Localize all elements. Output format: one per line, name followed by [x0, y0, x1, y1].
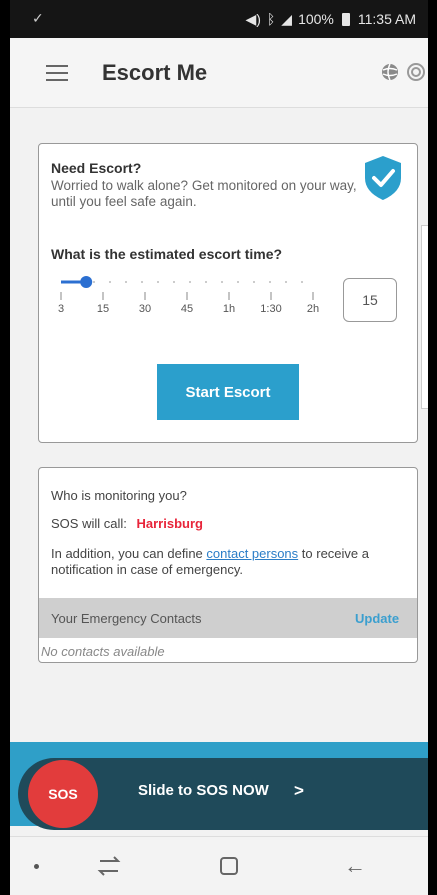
sos-slider-knob[interactable]: SOS	[28, 760, 98, 828]
escort-title: Need Escort?	[51, 160, 142, 176]
escort-time-slider[interactable]: 3 15 30 45 1h 1:30 2h	[51, 270, 321, 318]
bluetooth-icon: ᛒ	[266, 11, 276, 27]
battery-percent: 100%	[298, 11, 334, 27]
monitoring-title: Who is monitoring you?	[51, 488, 187, 503]
notification-icon: ✓	[32, 10, 44, 26]
addition-text: In addition, you can define contact pers…	[51, 546, 415, 578]
fingerprint-icon[interactable]	[406, 62, 426, 82]
nav-dot-icon[interactable]	[34, 864, 39, 869]
slider-tick-label: 30	[139, 303, 151, 315]
main-content: Need Escort? Worried to walk alone? Get …	[10, 109, 428, 742]
escort-time-label: What is the estimated escort time?	[51, 246, 283, 262]
phone-screen: ✓ ◀) ᛒ ◢ 100% 11:35 AM Escort Me Need Es…	[10, 0, 428, 895]
escort-time-value[interactable]: 15	[343, 278, 397, 322]
home-icon[interactable]	[220, 857, 238, 875]
slider-tick-label: 2h	[307, 303, 319, 315]
update-contacts-button[interactable]: Update	[355, 611, 399, 626]
slider-tick-label: 15	[97, 303, 109, 315]
slide-to-sos-label: Slide to SOS NOW	[138, 782, 269, 799]
emergency-contacts-label: Your Emergency Contacts	[51, 611, 202, 626]
slider-tick-label: 45	[181, 303, 193, 315]
escort-description: Worried to walk alone? Get monitored on …	[51, 178, 357, 209]
system-nav-bar: ←	[10, 836, 428, 895]
slider-tick-label: 1h	[223, 303, 235, 315]
status-icons: ◀) ᛒ ◢ 100% 11:35 AM	[245, 11, 416, 28]
app-bar: Escort Me	[10, 38, 428, 108]
contact-persons-link[interactable]: contact persons	[206, 546, 298, 561]
slider-thumb	[80, 276, 93, 288]
emergency-contacts-header: Your Emergency Contacts Update	[39, 598, 417, 638]
battery-icon	[341, 12, 350, 26]
start-escort-button[interactable]: Start Escort	[157, 364, 299, 420]
menu-icon[interactable]	[46, 65, 68, 81]
chevron-right-icon: >	[294, 781, 304, 800]
sos-call-prefix: SOS will call:	[51, 516, 127, 531]
no-contacts-text: No contacts available	[41, 644, 165, 659]
shield-check-icon	[365, 156, 401, 200]
slider-tick-label: 1:30	[260, 303, 281, 315]
sos-call-line: SOS will call: Harrisburg	[51, 516, 203, 531]
status-bar: ✓ ◀) ᛒ ◢ 100% 11:35 AM	[10, 0, 428, 38]
back-icon[interactable]: ←	[344, 853, 366, 879]
sos-call-name: Harrisburg	[136, 516, 203, 531]
monitoring-card: Who is monitoring you? SOS will call: Ha…	[38, 467, 418, 663]
page-title: Escort Me	[102, 60, 208, 85]
globe-icon[interactable]	[380, 62, 400, 82]
addition-before: In addition, you can define	[51, 546, 207, 561]
side-card-edge	[421, 225, 428, 409]
sos-knob-label: SOS	[48, 786, 78, 802]
status-time: 11:35 AM	[357, 11, 416, 27]
recent-apps-icon[interactable]	[96, 855, 122, 877]
mute-icon: ◀)	[245, 10, 261, 27]
slider-tick-label: 3	[58, 303, 64, 315]
signal-icon: ◢	[281, 10, 293, 27]
escort-card: Need Escort? Worried to walk alone? Get …	[38, 143, 418, 443]
